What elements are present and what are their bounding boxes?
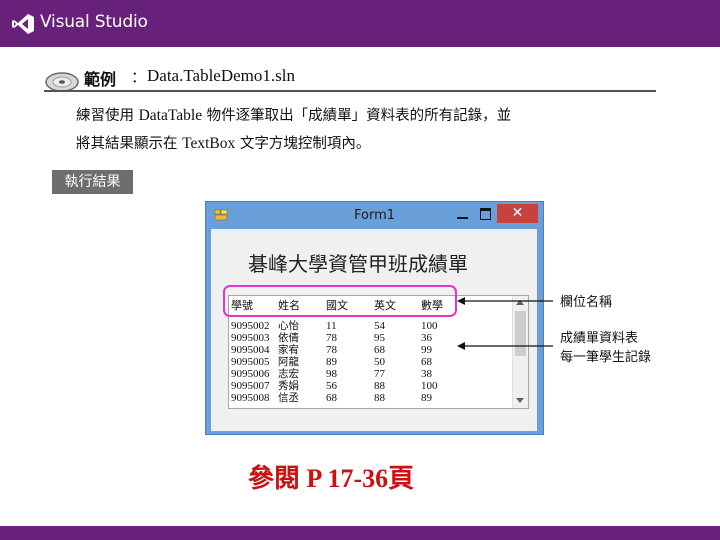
math-score-cell: 100 <box>421 320 438 332</box>
annotation-arrows <box>457 297 553 350</box>
scroll-down-icon[interactable] <box>516 398 524 403</box>
chinese-score-cell: 78 <box>326 332 337 344</box>
student-id-cell: 9095006 <box>231 368 270 380</box>
example-label: 範例 <box>84 70 117 89</box>
records-annotation-line-1: 成績單資料表 <box>560 331 639 346</box>
form-heading: 碁峰大學資管甲班成績單 <box>248 252 468 276</box>
student-id-cell: 9095004 <box>231 344 270 356</box>
chinese-score-cell: 56 <box>326 380 337 392</box>
chinese-score-cell: 68 <box>326 392 337 404</box>
english-score-cell: 68 <box>374 344 385 356</box>
visual-studio-logo-icon <box>12 14 34 34</box>
description-text: 將其結果顯示在 <box>76 136 183 152</box>
description-text: 練習使用 <box>76 108 139 124</box>
description-line-1: 練習使用 DataTable 物件逐筆取出「成績單」資料表的所有記錄，並 <box>76 104 511 125</box>
description-line-2: 將其結果顯示在 TextBox 文字方塊控制項內。 <box>76 132 370 153</box>
english-score-cell: 88 <box>374 392 385 404</box>
chinese-score-cell: 98 <box>326 368 337 380</box>
english-score-cell: 50 <box>374 356 385 368</box>
student-id-cell: 9095008 <box>231 392 270 404</box>
math-score-cell: 99 <box>421 344 432 356</box>
description-text: 物件逐筆取出「成績單」資料表的所有記錄，並 <box>202 108 512 124</box>
student-name-cell: 心怡 <box>278 320 299 332</box>
example-divider <box>44 90 656 92</box>
arrow-left-icon <box>457 297 553 305</box>
window-titlebar[interactable]: Form1 ✕ <box>206 202 543 229</box>
english-score-cell: 54 <box>374 320 385 332</box>
math-score-cell: 89 <box>421 392 432 404</box>
student-name-cell: 志宏 <box>278 368 299 380</box>
english-score-cell: 77 <box>374 368 385 380</box>
student-id-cell: 9095003 <box>231 332 270 344</box>
math-score-cell: 36 <box>421 332 432 344</box>
example-colon: ： <box>131 68 147 86</box>
footer-bar <box>0 526 720 540</box>
student-id-cell: 9095002 <box>231 320 270 332</box>
student-name-cell: 阿龍 <box>278 356 299 368</box>
brand-name: Visual Studio <box>40 12 148 32</box>
maximize-button[interactable] <box>475 205 497 223</box>
student-name-cell: 家宥 <box>278 344 299 356</box>
column-header-highlight <box>223 285 457 317</box>
result-tag: 執行結果 <box>52 170 133 194</box>
english-score-cell: 88 <box>374 380 385 392</box>
chinese-score-cell: 89 <box>326 356 337 368</box>
english-score-cell: 95 <box>374 332 385 344</box>
description-text: TextBox <box>182 135 236 152</box>
student-id-cell: 9095007 <box>231 380 270 392</box>
student-name-cell: 信丞 <box>278 392 299 404</box>
chinese-score-cell: 11 <box>326 320 337 332</box>
field-names-annotation: 欄位名稱 <box>560 295 613 310</box>
description-text: DataTable <box>138 107 203 124</box>
math-score-cell: 38 <box>421 368 432 380</box>
math-score-cell: 68 <box>421 356 432 368</box>
records-annotation-line-2: 每一筆學生記錄 <box>560 350 652 365</box>
student-id-cell: 9095005 <box>231 356 270 368</box>
page-reference: 參閱 P 17-36頁 <box>248 464 415 493</box>
close-icon: ✕ <box>511 205 524 221</box>
example-filename: Data.TableDemo1.sln <box>147 66 295 85</box>
close-button[interactable]: ✕ <box>497 204 538 223</box>
minimize-button[interactable] <box>452 205 474 223</box>
header-bar: Visual Studio <box>0 0 720 47</box>
cd-disc-icon <box>45 72 79 92</box>
chinese-score-cell: 78 <box>326 344 337 356</box>
student-name-cell: 依倩 <box>278 332 299 344</box>
arrow-left-icon <box>457 342 553 350</box>
description-text: 文字方塊控制項內。 <box>235 136 371 152</box>
student-name-cell: 秀娟 <box>278 380 299 392</box>
math-score-cell: 100 <box>421 380 438 392</box>
